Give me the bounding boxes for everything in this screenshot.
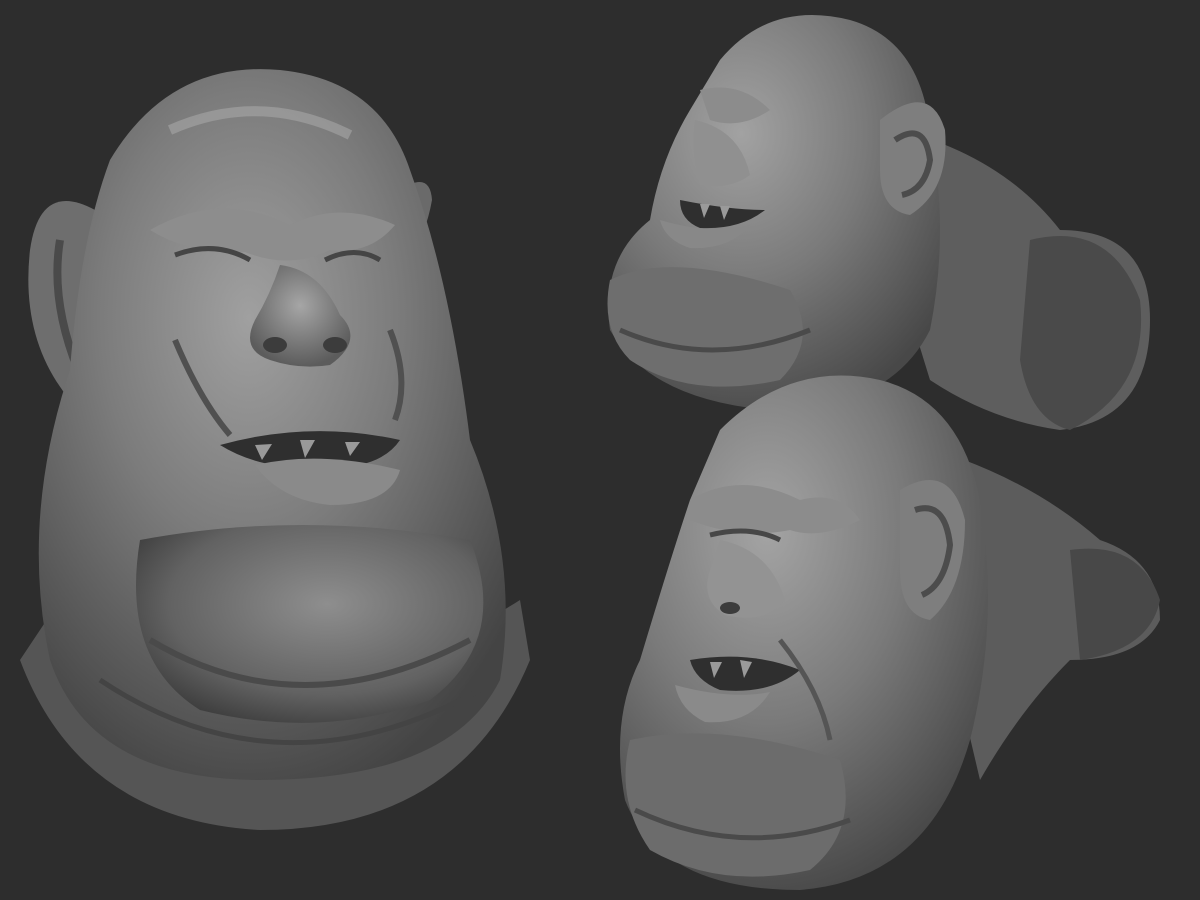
ogre-head-front-render (20, 69, 530, 830)
sculpt-viewport (0, 0, 1200, 900)
ogre-head-three-quarter-render (620, 375, 1160, 890)
